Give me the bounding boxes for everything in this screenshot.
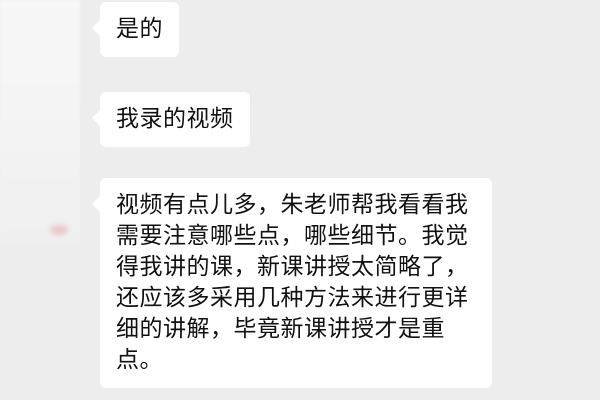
message-text-2: 我录的视频 <box>116 106 234 132</box>
contact-avatar[interactable] <box>0 0 80 245</box>
avatar-image-detail <box>50 225 68 235</box>
message-bubble-2[interactable]: 我录的视频 <box>92 92 250 147</box>
chat-conversation: 是的 我录的视频 视频有点儿多，朱老师帮我看看我需要注意哪些点，哪些细节。我觉得… <box>0 0 600 400</box>
message-text-3: 视频有点儿多，朱老师帮我看看我需要注意哪些点，哪些细节。我觉得我讲的课，新课讲授… <box>116 192 469 373</box>
message-text-1: 是的 <box>116 16 163 42</box>
message-bubble-3[interactable]: 视频有点儿多，朱老师帮我看看我需要注意哪些点，哪些细节。我觉得我讲的课，新课讲授… <box>92 178 492 388</box>
message-bubble-1[interactable]: 是的 <box>92 2 179 57</box>
